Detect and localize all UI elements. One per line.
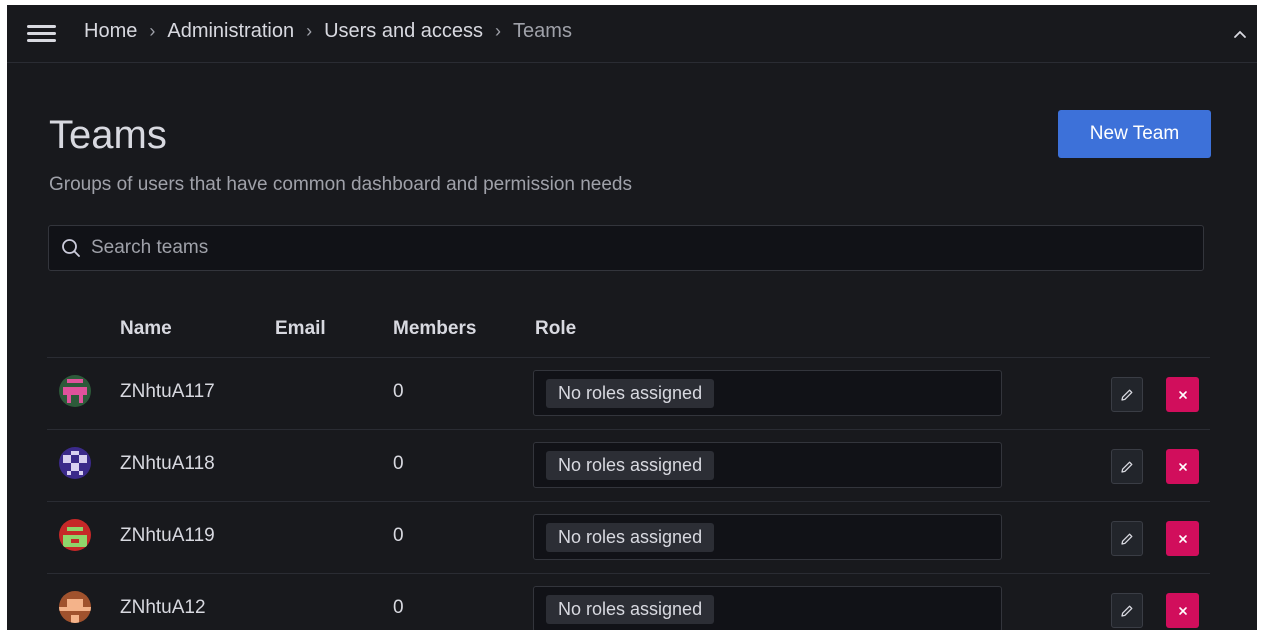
team-avatar (59, 519, 91, 551)
role-chip: No roles assigned (546, 451, 715, 480)
team-name[interactable]: ZNhtuA118 (120, 453, 215, 475)
hamburger-icon[interactable] (27, 25, 56, 43)
team-avatar (59, 375, 91, 407)
table-row: ZNhtuA119 0 No roles assigned (47, 502, 1210, 574)
breadcrumb: Home › Administration › Users and access… (84, 20, 572, 43)
edit-team-button[interactable] (1111, 377, 1143, 412)
table-row: ZNhtuA117 0 No roles assigned (47, 358, 1210, 430)
role-chip: No roles assigned (546, 379, 715, 408)
team-name[interactable]: ZNhtuA12 (120, 597, 206, 619)
table-header: Name Email Members Role (47, 310, 1210, 358)
column-header-email[interactable]: Email (275, 318, 326, 340)
delete-team-button[interactable] (1166, 593, 1199, 628)
team-members-count: 0 (393, 525, 404, 546)
pencil-icon (1121, 605, 1133, 617)
search-icon (62, 239, 80, 257)
role-chip: No roles assigned (546, 595, 715, 624)
delete-team-button[interactable] (1166, 449, 1199, 484)
breadcrumb-separator: › (306, 21, 313, 41)
close-icon (1178, 534, 1187, 543)
column-header-members[interactable]: Members (393, 318, 476, 340)
close-icon (1178, 462, 1187, 471)
page-subtitle: Groups of users that have common dashboa… (49, 174, 632, 195)
search-input[interactable] (89, 236, 1203, 260)
team-name[interactable]: ZNhtuA117 (120, 381, 215, 403)
new-team-button[interactable]: New Team (1058, 110, 1211, 158)
edit-team-button[interactable] (1111, 521, 1143, 556)
role-picker[interactable]: No roles assigned (533, 514, 1002, 560)
breadcrumb-current-teams: Teams (513, 20, 572, 42)
role-picker[interactable]: No roles assigned (533, 586, 1002, 630)
pencil-icon (1121, 461, 1133, 473)
breadcrumb-separator: › (495, 21, 502, 41)
delete-team-button[interactable] (1166, 521, 1199, 556)
team-members-count: 0 (393, 597, 404, 618)
teams-page: Home › Administration › Users and access… (7, 5, 1257, 630)
pencil-icon (1121, 533, 1133, 545)
role-chip: No roles assigned (546, 523, 715, 552)
team-members-count: 0 (393, 453, 404, 474)
breadcrumb-separator: › (149, 21, 156, 41)
breadcrumb-administration[interactable]: Administration (167, 20, 294, 43)
team-avatar (59, 591, 91, 623)
table-row: ZNhtuA12 0 No roles assigned (47, 574, 1210, 630)
role-picker[interactable]: No roles assigned (533, 442, 1002, 488)
breadcrumb-users-and-access[interactable]: Users and access (324, 20, 483, 43)
team-name[interactable]: ZNhtuA119 (120, 525, 215, 547)
chevron-up-icon[interactable] (1233, 27, 1247, 41)
top-nav-bar: Home › Administration › Users and access… (7, 5, 1257, 63)
delete-team-button[interactable] (1166, 377, 1199, 412)
table-row: ZNhtuA118 0 No roles assigned (47, 430, 1210, 502)
edit-team-button[interactable] (1111, 593, 1143, 628)
close-icon (1178, 390, 1187, 399)
search-teams-field[interactable] (48, 225, 1204, 271)
column-header-role[interactable]: Role (535, 318, 576, 340)
edit-team-button[interactable] (1111, 449, 1143, 484)
page-title: Teams (49, 113, 167, 157)
team-members-count: 0 (393, 381, 404, 402)
column-header-name[interactable]: Name (120, 318, 172, 340)
breadcrumb-home[interactable]: Home (84, 20, 137, 43)
close-icon (1178, 606, 1187, 615)
pencil-icon (1121, 389, 1133, 401)
team-avatar (59, 447, 91, 479)
role-picker[interactable]: No roles assigned (533, 370, 1002, 416)
